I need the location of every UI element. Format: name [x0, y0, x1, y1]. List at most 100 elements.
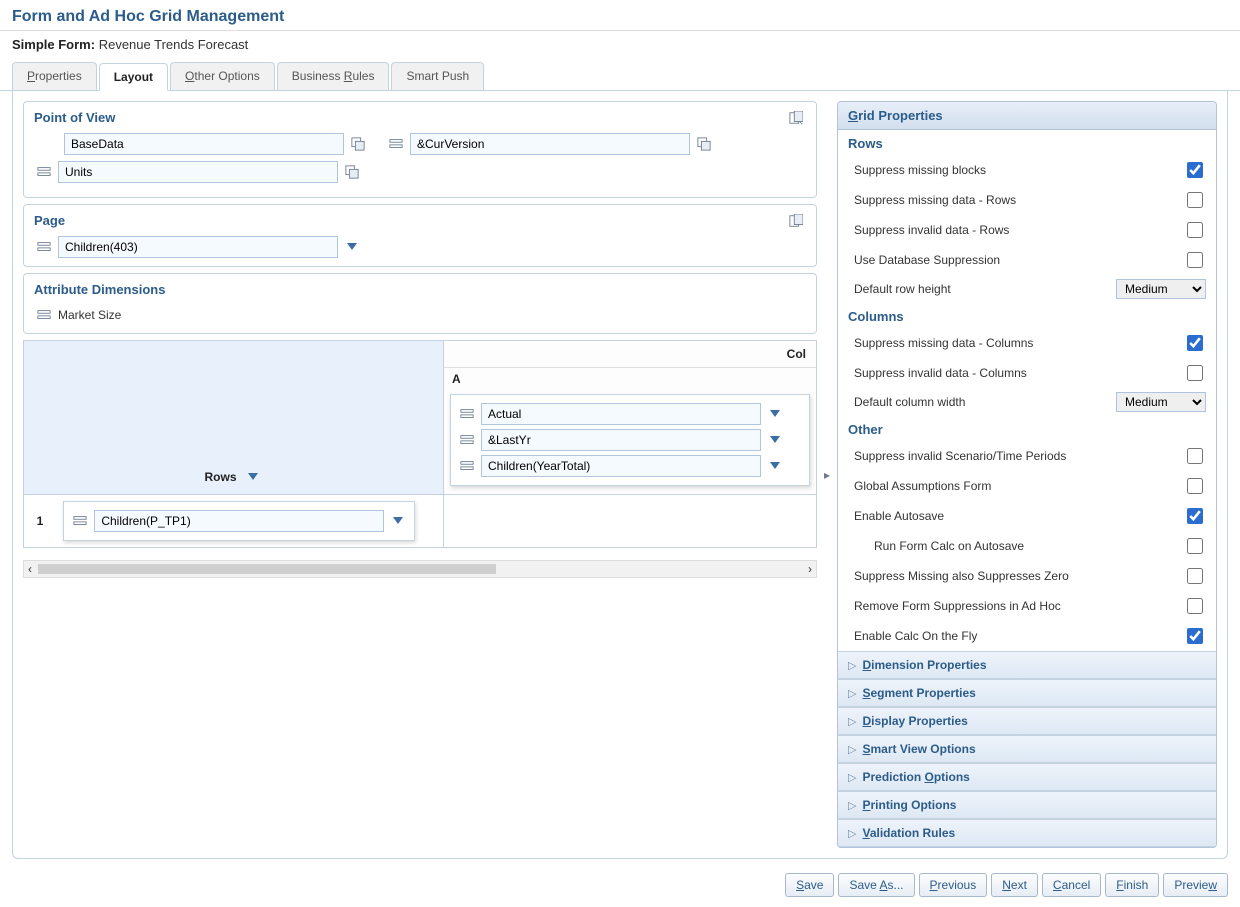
suppress-missing-rows-checkbox[interactable] — [1187, 192, 1203, 208]
pov-curversion-input[interactable] — [410, 133, 690, 155]
validation-rules-section[interactable]: ▷Validation Rules — [838, 819, 1216, 847]
suppress-missing-blocks-checkbox[interactable] — [1187, 162, 1203, 178]
pov-panel: Point of View — [23, 101, 817, 198]
subtitle-label: Simple Form: — [12, 37, 95, 52]
dimension-properties-section[interactable]: ▷Dimension Properties — [838, 651, 1216, 679]
pov-basedata-selector-icon[interactable] — [348, 134, 368, 154]
default-row-height-select[interactable]: Medium — [1116, 279, 1206, 299]
suppress-missing-cols-label: Suppress missing data - Columns — [854, 336, 1033, 350]
dimension-icon — [70, 511, 90, 531]
tab-properties[interactable]: Properties — [12, 62, 97, 90]
enable-calc-fly-checkbox[interactable] — [1187, 628, 1203, 644]
row-ptp1-input[interactable] — [94, 510, 384, 532]
tab-business-rules[interactable]: Business Rules — [277, 62, 390, 90]
col-lastyr-input[interactable] — [481, 429, 761, 451]
split-handle[interactable]: ▸ — [823, 101, 831, 848]
tab-smart-push[interactable]: Smart Push — [391, 62, 484, 90]
page-children403-input[interactable] — [58, 236, 338, 258]
suppress-invalid-rows-checkbox[interactable] — [1187, 222, 1203, 238]
grid-properties-pane: Grid Properties Rows Suppress missing bl… — [837, 101, 1217, 848]
suppress-missing-zero-checkbox[interactable] — [1187, 568, 1203, 584]
scrollbar-thumb[interactable] — [38, 564, 496, 574]
next-button[interactable]: Next — [991, 873, 1038, 897]
chevron-right-icon: ▷ — [848, 659, 856, 672]
col-heading: Col — [444, 341, 816, 368]
workarea: Point of View — [12, 91, 1228, 859]
columns-section-title: Columns — [838, 303, 1216, 328]
suppress-invalid-cols-checkbox[interactable] — [1187, 365, 1203, 381]
default-row-height-label: Default row height — [854, 282, 951, 296]
segment-properties-section[interactable]: ▷Segment Properties — [838, 679, 1216, 707]
dimension-icon — [457, 456, 477, 476]
pov-basedata-input[interactable] — [64, 133, 344, 155]
pov-units-input[interactable] — [58, 161, 338, 183]
tab-layout[interactable]: Layout — [99, 63, 168, 91]
enable-autosave-checkbox[interactable] — [1187, 508, 1203, 524]
gear-selector-icon[interactable] — [786, 211, 806, 231]
chevron-right-icon: ▷ — [848, 743, 856, 756]
col-letter-a: A — [444, 368, 816, 390]
dimension-icon — [34, 162, 54, 182]
footer-buttons: Save Save As... Previous Next Cancel Fin… — [0, 867, 1240, 907]
col-members-box — [450, 394, 810, 486]
pov-units-selector-icon[interactable] — [342, 162, 362, 182]
col-lastyr-dropdown-icon[interactable] — [765, 433, 785, 447]
chevron-right-icon: ▷ — [848, 715, 856, 728]
dimension-icon — [457, 404, 477, 424]
finish-button[interactable]: Finish — [1105, 873, 1159, 897]
dimension-icon — [386, 134, 406, 154]
grid-corner: Rows — [24, 341, 444, 495]
display-properties-section[interactable]: ▷Display Properties — [838, 707, 1216, 735]
horizontal-scrollbar[interactable]: ‹ › — [23, 560, 817, 578]
subtitle-value: Revenue Trends Forecast — [99, 37, 249, 52]
col-actual-dropdown-icon[interactable] — [765, 407, 785, 421]
pov-curversion-selector-icon[interactable] — [694, 134, 714, 154]
global-assumptions-label: Global Assumptions Form — [854, 479, 991, 493]
row-ptp1-dropdown-icon[interactable] — [388, 514, 408, 528]
attr-market-size[interactable]: Market Size — [58, 308, 121, 322]
rows-label-text: Rows — [204, 470, 236, 484]
col-actual-input[interactable] — [481, 403, 761, 425]
enable-autosave-label: Enable Autosave — [854, 509, 944, 523]
tabs: Properties Layout Other Options Business… — [0, 62, 1240, 91]
smart-view-options-section[interactable]: ▷Smart View Options — [838, 735, 1216, 763]
use-db-suppression-checkbox[interactable] — [1187, 252, 1203, 268]
save-button[interactable]: Save — [785, 873, 834, 897]
attr-dim-title: Attribute Dimensions — [34, 282, 806, 297]
scroll-left-icon[interactable]: ‹ — [28, 562, 32, 576]
suppress-missing-blocks-label: Suppress missing blocks — [854, 163, 986, 177]
save-as-button[interactable]: Save As... — [838, 873, 914, 897]
page-title-label: Page — [34, 213, 806, 228]
remove-suppressions-adhoc-checkbox[interactable] — [1187, 598, 1203, 614]
default-col-width-select[interactable]: Medium — [1116, 392, 1206, 412]
page-dropdown-icon[interactable] — [342, 240, 362, 254]
rows-dropdown-icon[interactable] — [243, 470, 263, 484]
gear-selector-icon[interactable] — [786, 108, 806, 128]
row-number-1: 1 — [30, 514, 50, 528]
tab-other-options[interactable]: Other Options — [170, 62, 275, 90]
global-assumptions-checkbox[interactable] — [1187, 478, 1203, 494]
use-db-suppression-label: Use Database Suppression — [854, 253, 1000, 267]
scroll-right-icon[interactable]: › — [808, 562, 812, 576]
grid-body — [444, 495, 816, 547]
chevron-right-icon: ▷ — [848, 799, 856, 812]
previous-button[interactable]: Previous — [919, 873, 988, 897]
suppress-invalid-cols-label: Suppress invalid data - Columns — [854, 366, 1027, 380]
attr-dim-panel: Attribute Dimensions Market Size — [23, 273, 817, 334]
page-panel: Page — [23, 204, 817, 267]
col-yeartotal-dropdown-icon[interactable] — [765, 459, 785, 473]
cancel-button[interactable]: Cancel — [1042, 873, 1101, 897]
suppress-invalid-scenario-checkbox[interactable] — [1187, 448, 1203, 464]
suppress-invalid-rows-label: Suppress invalid data - Rows — [854, 223, 1009, 237]
preview-button[interactable]: Preview — [1163, 873, 1228, 897]
dimension-icon — [457, 430, 477, 450]
prediction-options-section[interactable]: ▷Prediction Options — [838, 763, 1216, 791]
printing-options-section[interactable]: ▷Printing Options — [838, 791, 1216, 819]
grid-colhead: Col A — [444, 341, 816, 495]
chevron-right-icon: ▷ — [848, 687, 856, 700]
suppress-invalid-scenario-label: Suppress invalid Scenario/Time Periods — [854, 449, 1066, 463]
run-calc-autosave-checkbox[interactable] — [1187, 538, 1203, 554]
suppress-missing-cols-checkbox[interactable] — [1187, 335, 1203, 351]
col-yeartotal-input[interactable] — [481, 455, 761, 477]
remove-suppressions-adhoc-label: Remove Form Suppressions in Ad Hoc — [854, 599, 1061, 613]
